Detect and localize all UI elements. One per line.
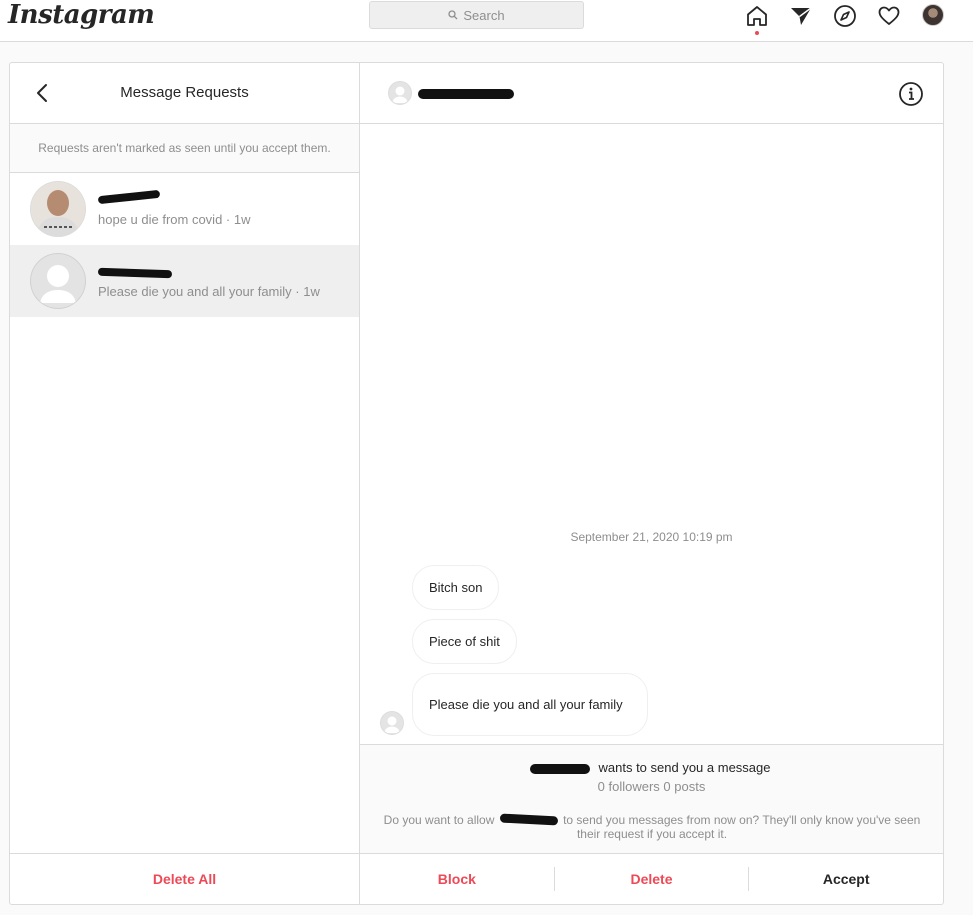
search-icon: [448, 10, 458, 20]
message-request-box: wants to send you a message 0 followers …: [360, 744, 943, 853]
message-bubble[interactable]: Please die you and all your family: [412, 673, 648, 736]
redacted-username: [97, 189, 178, 207]
request-item[interactable]: Please die you and all your family · 1w: [10, 245, 359, 317]
message-text: Bitch son: [429, 579, 483, 595]
request-actions: Block Delete Accept: [360, 853, 943, 904]
allow-text-after: to send you messages from now on? They'l…: [563, 813, 921, 841]
requests-footer: Delete All: [10, 853, 359, 904]
conversation-header: [360, 63, 943, 124]
avatar: [30, 181, 86, 237]
delete-button[interactable]: Delete: [555, 871, 749, 887]
message-bubble[interactable]: Piece of shit: [412, 619, 517, 664]
request-preview: Please die you and all your family · 1w: [98, 284, 320, 299]
requests-header: Message Requests: [10, 63, 359, 124]
allow-text-before: Do you want to allow: [383, 813, 495, 827]
message-text: Piece of shit: [429, 633, 500, 649]
avatar: [380, 711, 404, 735]
redacted-username: [97, 263, 178, 279]
requests-notice: Requests aren't marked as seen until you…: [10, 124, 359, 173]
message-bubble[interactable]: Bitch son: [412, 565, 500, 610]
message-timestamp: September 21, 2020 10:19 pm: [570, 530, 733, 544]
conversation-panel: September 21, 2020 10:19 pm Bitch son Pi…: [360, 63, 943, 904]
requests-panel: Message Requests Requests aren't marked …: [10, 63, 360, 904]
instagram-logo[interactable]: Instagram: [8, 0, 155, 30]
block-button[interactable]: Block: [360, 871, 554, 887]
home-icon[interactable]: [744, 3, 770, 29]
search-placeholder: Search: [463, 7, 505, 23]
direct-inbox: Message Requests Requests aren't marked …: [9, 62, 944, 905]
profile-avatar[interactable]: [922, 4, 944, 26]
direct-icon[interactable]: [788, 3, 814, 29]
search-input[interactable]: Search: [369, 1, 584, 29]
wants-text: wants to send you a message: [598, 760, 771, 775]
top-nav: Instagram Search: [0, 0, 973, 42]
notification-dot: [755, 31, 759, 35]
request-item[interactable]: hope u die from covid · 1w: [10, 173, 359, 245]
heart-icon[interactable]: [876, 3, 902, 29]
request-title: wants to send you a message: [360, 760, 943, 775]
accept-button[interactable]: Accept: [749, 871, 943, 887]
delete-all-button[interactable]: Delete All: [153, 871, 216, 887]
redacted-username: [418, 89, 514, 99]
redacted-username: [498, 813, 560, 826]
avatar: [30, 253, 86, 309]
request-preview: hope u die from covid · 1w: [98, 212, 251, 227]
message-text: Please die you and all your family: [429, 696, 623, 712]
explore-icon[interactable]: [832, 3, 858, 29]
info-icon[interactable]: [898, 81, 924, 107]
avatar[interactable]: [388, 81, 412, 105]
request-description: Do you want to allow to send you message…: [374, 813, 930, 841]
sender-stats: 0 followers 0 posts: [597, 779, 706, 794]
page-title: Message Requests: [120, 84, 249, 101]
